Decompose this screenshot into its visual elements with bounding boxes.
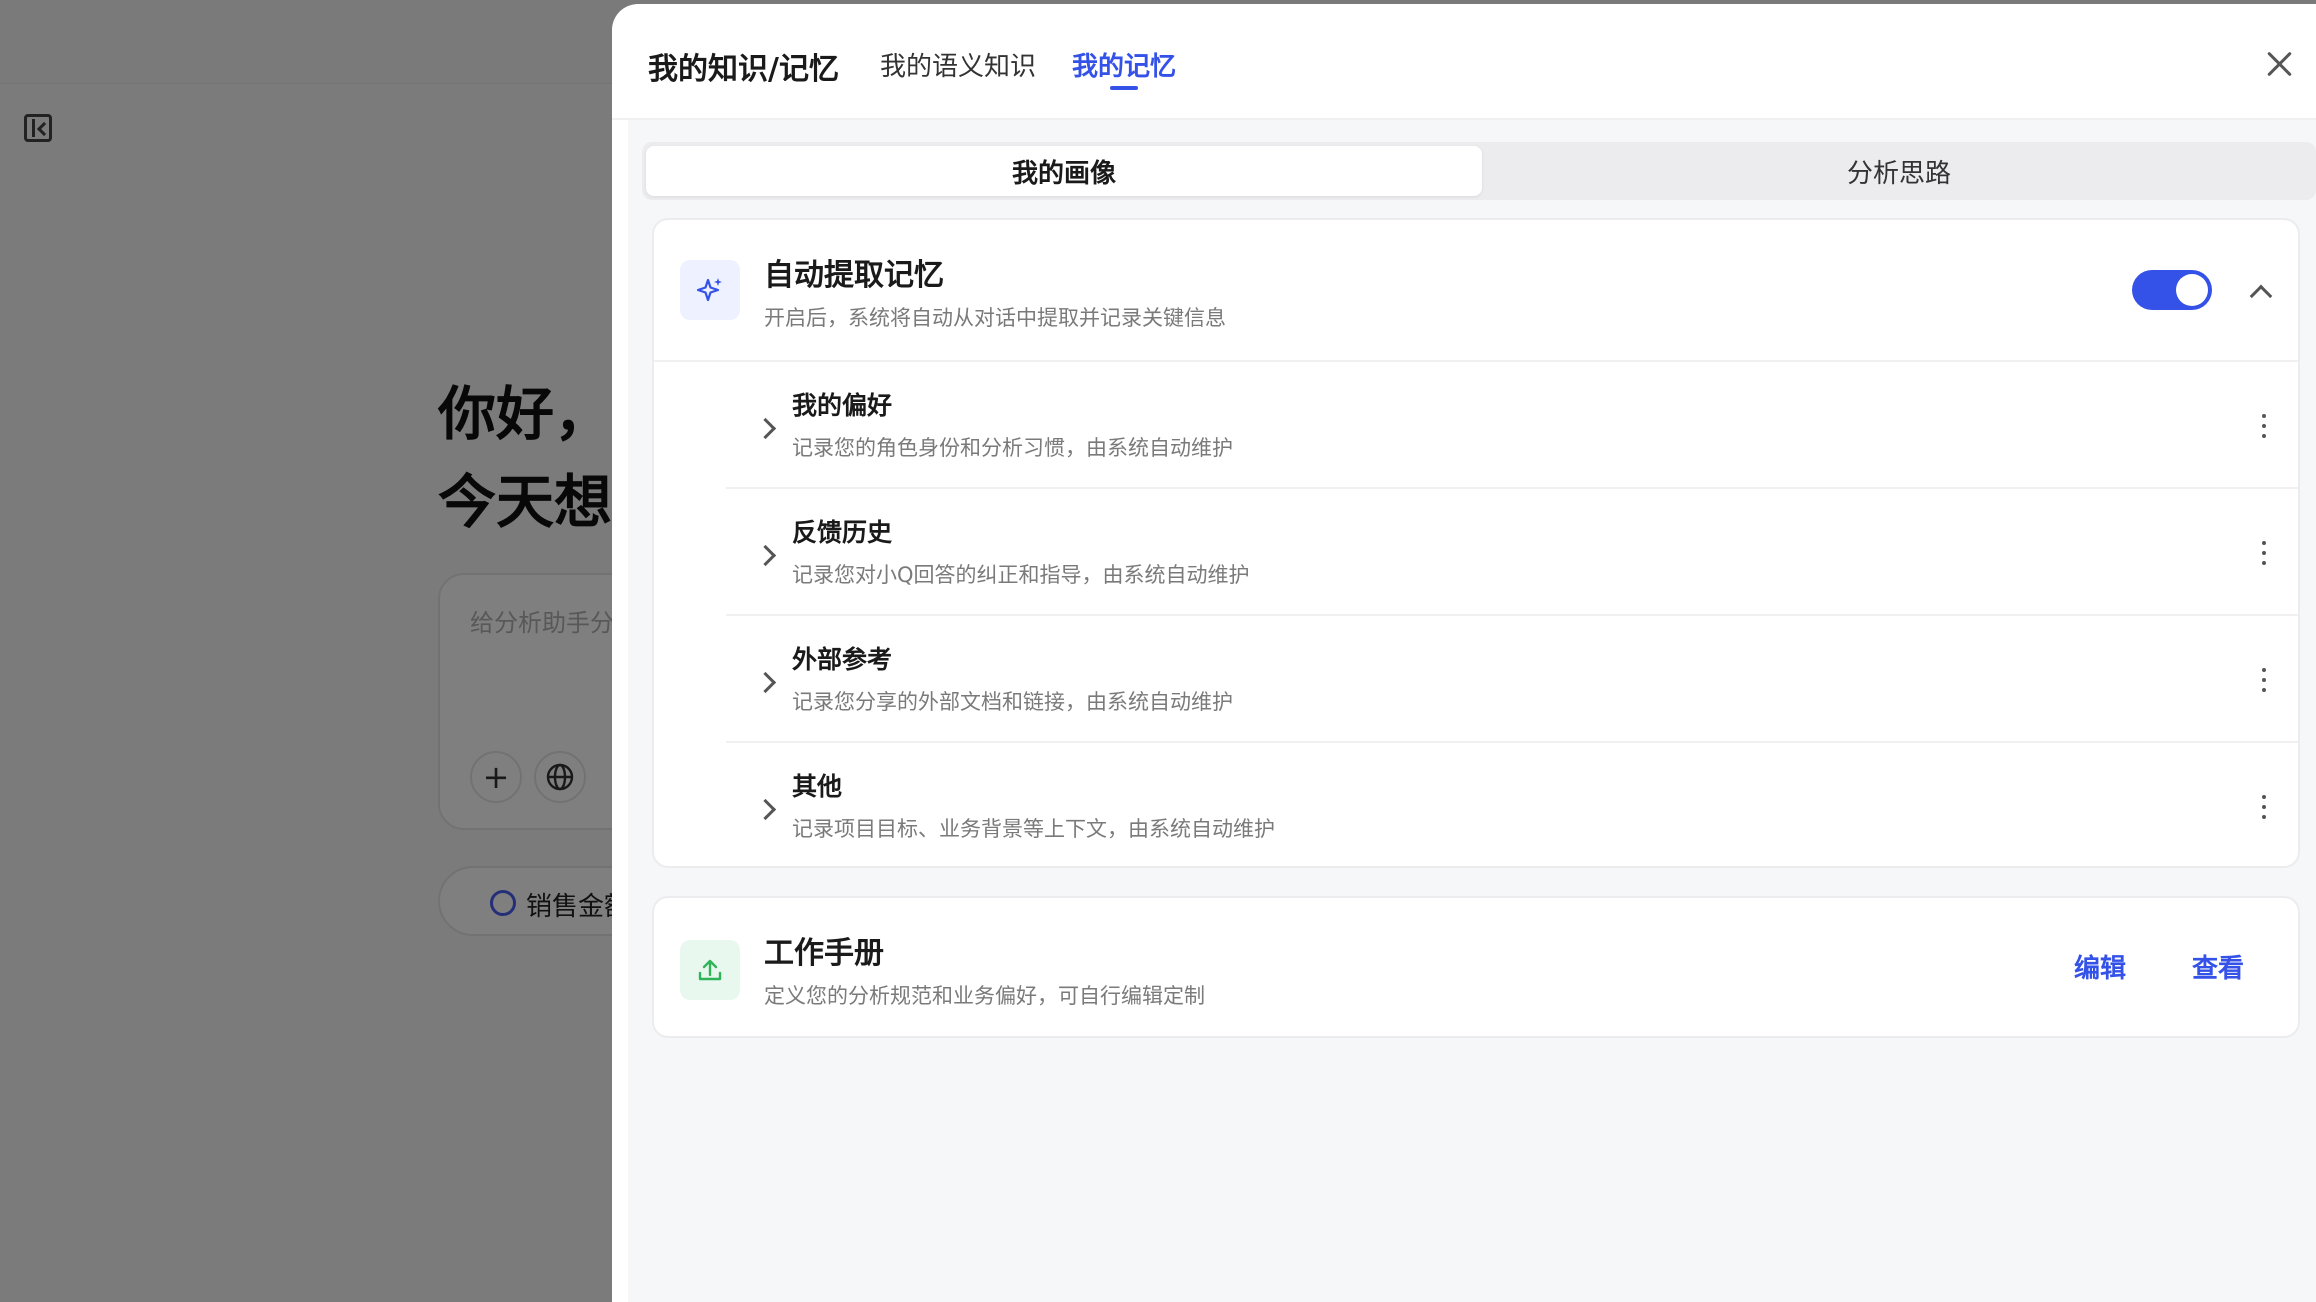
handbook-title: 工作手册: [764, 936, 884, 971]
chevron-right-icon[interactable]: [756, 416, 780, 440]
active-tab-indicator: [1110, 86, 1138, 90]
memory-item-title: 其他: [792, 772, 843, 801]
auto-memory-subtitle: 开启后，系统将自动从对话中提取并记录关键信息: [764, 306, 1226, 330]
toggle-knob: [2176, 274, 2208, 306]
memory-item-desc: 记录您对小Q回答的纠正和指导，由系统自动维护: [792, 563, 1250, 587]
segment-analysis-approach[interactable]: 分析思路: [1486, 146, 2312, 196]
memory-item-desc: 记录您分享的外部文档和链接，由系统自动维护: [792, 690, 1233, 714]
tab-semantic-knowledge[interactable]: 我的语义知识: [880, 46, 1036, 83]
more-vertical-icon[interactable]: [2252, 789, 2276, 825]
more-vertical-icon[interactable]: [2252, 535, 2276, 571]
auto-memory-toggle[interactable]: [2132, 270, 2212, 310]
memory-item-desc: 记录项目目标、业务背景等上下文，由系统自动维护: [792, 817, 1275, 841]
drawer-header: 我的知识/记忆 我的语义知识 我的记忆: [612, 4, 2316, 120]
memory-item-title: 反馈历史: [792, 518, 893, 547]
chevron-up-icon[interactable]: [2244, 278, 2274, 308]
chevron-right-icon[interactable]: [756, 543, 780, 567]
segmented-control: 我的画像 分析思路: [642, 142, 2316, 200]
close-icon[interactable]: [2262, 46, 2298, 82]
auto-memory-title: 自动提取记忆: [764, 258, 944, 293]
chevron-right-icon[interactable]: [756, 670, 780, 694]
memory-item-title: 外部参考: [792, 645, 893, 674]
more-vertical-icon[interactable]: [2252, 662, 2276, 698]
sparkle-icon: [680, 260, 740, 320]
memory-item-preferences[interactable]: 我的偏好 记录您的角色身份和分析习惯，由系统自动维护: [726, 362, 2298, 489]
upload-icon: [680, 940, 740, 1000]
memory-item-desc: 记录您的角色身份和分析习惯，由系统自动维护: [792, 436, 1233, 460]
knowledge-memory-drawer: 我的知识/记忆 我的语义知识 我的记忆 我的画像 分析思路 自动提取记忆 开启后…: [612, 4, 2316, 1302]
memory-item-title: 我的偏好: [792, 391, 893, 420]
handbook-subtitle: 定义您的分析规范和业务偏好，可自行编辑定制: [764, 984, 1205, 1008]
chevron-right-icon[interactable]: [756, 797, 780, 821]
more-vertical-icon[interactable]: [2252, 408, 2276, 444]
segment-my-profile[interactable]: 我的画像: [646, 146, 1482, 196]
drawer-title: 我的知识/记忆: [648, 52, 839, 87]
auto-memory-card: 自动提取记忆 开启后，系统将自动从对话中提取并记录关键信息 我的偏好 记录您的角…: [652, 218, 2300, 868]
handbook-card: 工作手册 定义您的分析规范和业务偏好，可自行编辑定制 编辑 查看: [652, 896, 2300, 1038]
drawer-content: 我的画像 分析思路 自动提取记忆 开启后，系统将自动从对话中提取并记录关键信息 …: [628, 120, 2316, 1302]
view-button[interactable]: 查看: [2192, 948, 2244, 985]
memory-item-other[interactable]: 其他 记录项目目标、业务背景等上下文，由系统自动维护: [726, 743, 2298, 870]
memory-item-feedback[interactable]: 反馈历史 记录您对小Q回答的纠正和指导，由系统自动维护: [726, 489, 2298, 616]
edit-button[interactable]: 编辑: [2074, 948, 2126, 985]
memory-item-external-refs[interactable]: 外部参考 记录您分享的外部文档和链接，由系统自动维护: [726, 616, 2298, 743]
tab-my-memory[interactable]: 我的记忆: [1072, 46, 1176, 83]
